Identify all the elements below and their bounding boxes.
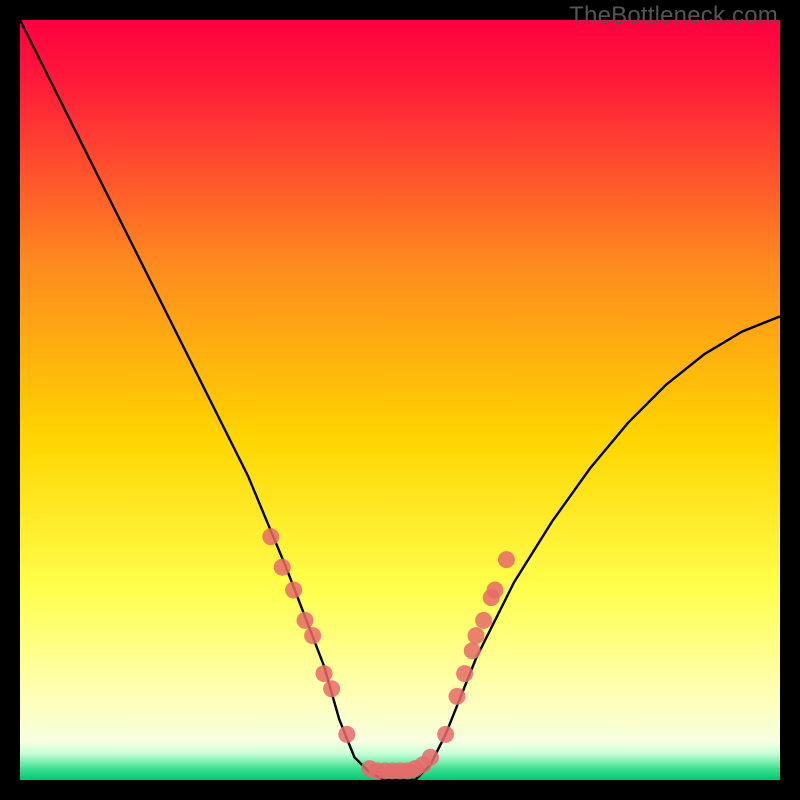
data-marker — [475, 612, 492, 629]
data-marker — [297, 612, 314, 629]
data-marker — [285, 582, 302, 599]
chart-frame — [20, 20, 780, 780]
data-marker — [468, 627, 485, 644]
data-marker — [498, 551, 515, 568]
data-marker — [464, 642, 481, 659]
bottleneck-chart — [20, 20, 780, 780]
data-marker — [422, 749, 439, 766]
data-marker — [487, 582, 504, 599]
data-marker — [456, 665, 473, 682]
data-marker — [316, 665, 333, 682]
data-marker — [323, 680, 340, 697]
gradient-bg — [20, 20, 780, 780]
data-marker — [449, 688, 466, 705]
data-marker — [304, 627, 321, 644]
data-marker — [338, 726, 355, 743]
data-marker — [262, 528, 279, 545]
data-marker — [274, 559, 291, 576]
watermark-text: TheBottleneck.com — [569, 2, 778, 30]
data-marker — [437, 726, 454, 743]
